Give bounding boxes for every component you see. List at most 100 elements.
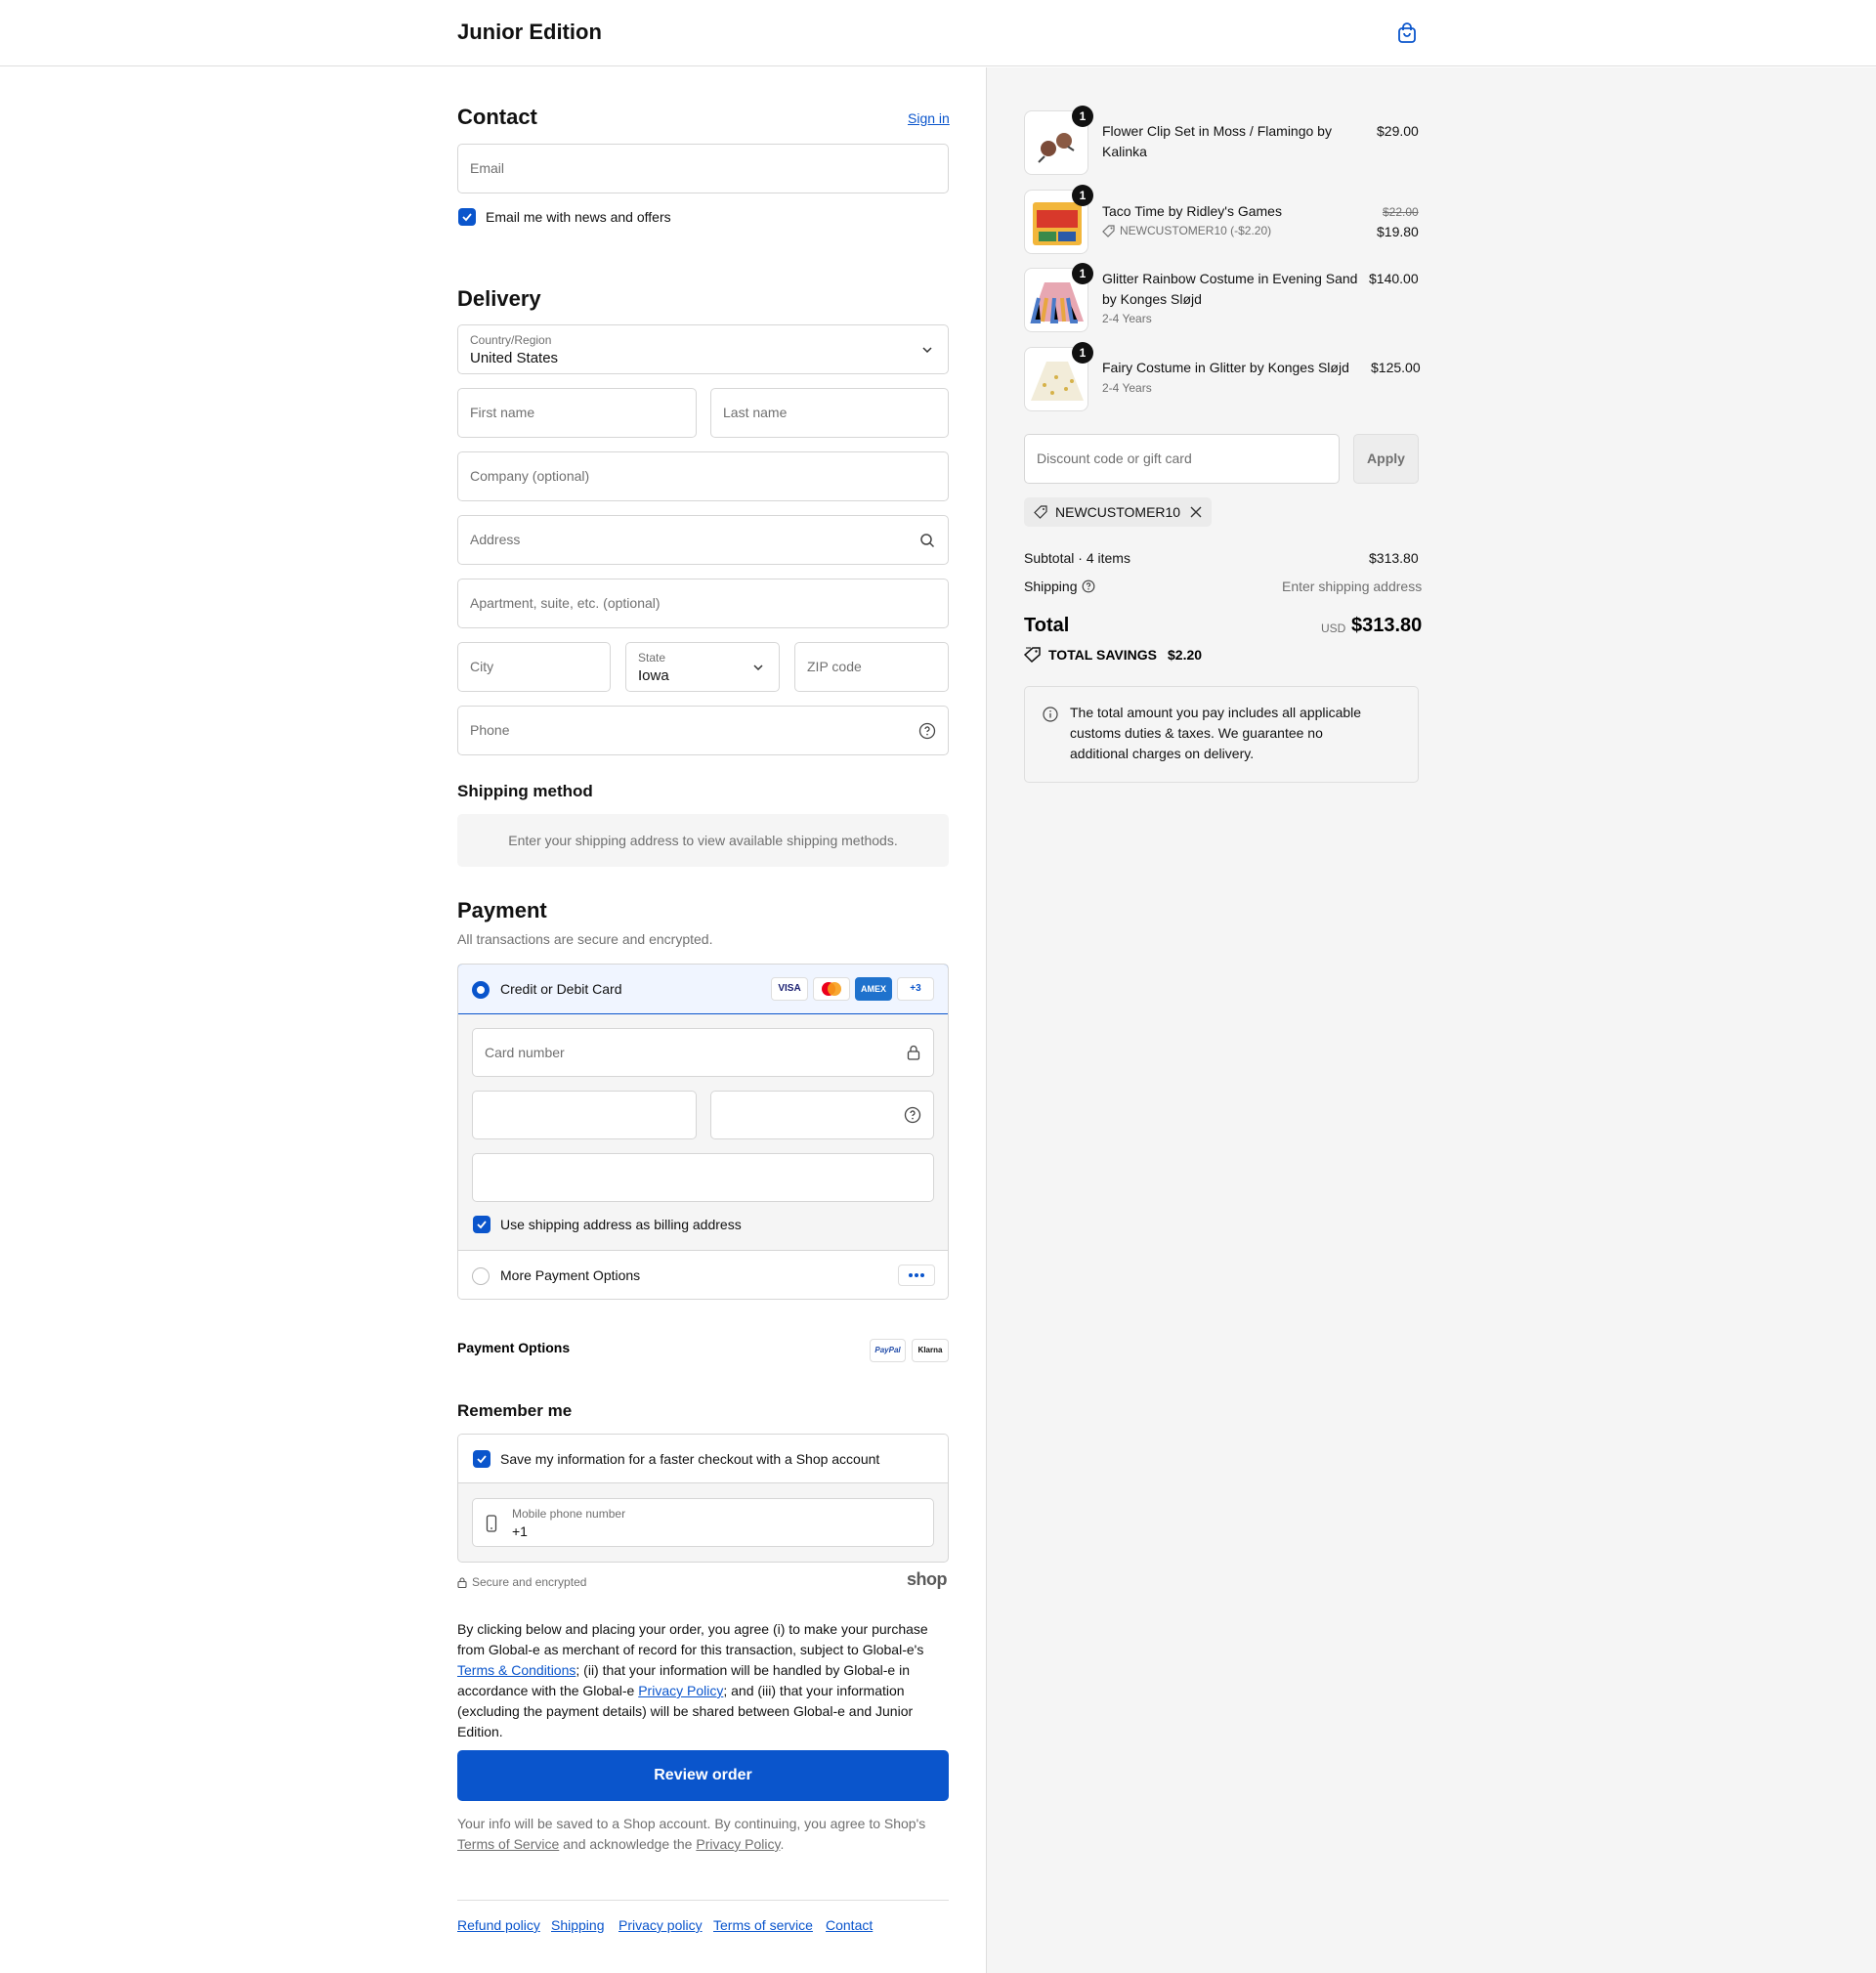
- help-icon[interactable]: [1082, 579, 1095, 593]
- card-option[interactable]: Credit or Debit Card VISA AMEX +3: [458, 965, 948, 1014]
- email-field[interactable]: Email: [457, 144, 949, 193]
- total-value: $313.80: [1351, 615, 1423, 636]
- shopping-bag-icon[interactable]: [1395, 21, 1419, 45]
- more-payment-radio[interactable]: [472, 1267, 490, 1285]
- global-e-terms-link[interactable]: Terms & Conditions: [457, 1662, 576, 1678]
- legal-text-part: By clicking below and placing your order…: [457, 1621, 928, 1657]
- country-select[interactable]: Country/Region United States: [457, 324, 949, 374]
- quantity-badge: 1: [1072, 342, 1093, 364]
- sign-in-link[interactable]: Sign in: [908, 110, 950, 126]
- terms-of-service-link[interactable]: Terms of service: [713, 1917, 813, 1933]
- product-name: Glitter Rainbow Costume in Evening Sand: [1102, 271, 1358, 286]
- savings-tag-icon: [1024, 647, 1041, 663]
- zip-field[interactable]: ZIP code: [794, 642, 949, 692]
- apartment-field[interactable]: Apartment, suite, etc. (optional): [457, 579, 949, 628]
- card-option-label: Credit or Debit Card: [500, 981, 622, 997]
- payment-title: Payment: [457, 898, 547, 922]
- shop-privacy-link[interactable]: Privacy Policy: [696, 1836, 780, 1852]
- quantity-badge: 1: [1072, 185, 1093, 206]
- discount-tag-icon: [1034, 505, 1047, 519]
- company-placeholder: Company (optional): [470, 468, 590, 484]
- product-name: by Konges Sløjd: [1102, 291, 1202, 307]
- product-price: $19.80: [1377, 224, 1419, 239]
- header: Junior Edition: [0, 0, 1876, 66]
- total-currency: USD: [1321, 622, 1346, 635]
- item-discount: NEWCUSTOMER10 (-$2.20): [1120, 224, 1272, 237]
- card-number-field[interactable]: Card number: [472, 1028, 934, 1077]
- state-select[interactable]: State Iowa: [625, 642, 780, 692]
- mobile-phone-label: Mobile phone number: [512, 1507, 626, 1521]
- more-cards-badge: +3: [897, 977, 934, 1001]
- global-e-privacy-link[interactable]: Privacy Policy: [638, 1683, 723, 1698]
- save-info-checkbox[interactable]: [473, 1450, 490, 1468]
- help-icon[interactable]: [904, 1106, 921, 1124]
- discount-placeholder: Discount code or gift card: [1037, 450, 1192, 466]
- first-name-field[interactable]: First name: [457, 388, 697, 438]
- card-radio[interactable]: [472, 981, 490, 999]
- klarna-icon[interactable]: Klarna: [912, 1339, 949, 1362]
- contact-link[interactable]: Contact: [826, 1917, 873, 1933]
- shop-notice-part: and acknowledge the: [559, 1836, 697, 1852]
- company-field[interactable]: Company (optional): [457, 451, 949, 501]
- city-field[interactable]: City: [457, 642, 611, 692]
- secure-text: Secure and encrypted: [472, 1575, 587, 1589]
- paypal-icon[interactable]: PayPal: [870, 1339, 906, 1362]
- subtotal-label: Subtotal · 4 items: [1024, 550, 1130, 566]
- address-placeholder: Address: [470, 532, 521, 547]
- help-icon[interactable]: [918, 722, 936, 740]
- amex-icon: AMEX: [855, 977, 892, 1001]
- footer-divider: [457, 1900, 949, 1901]
- product-name: Kalinka: [1102, 144, 1147, 159]
- city-placeholder: City: [470, 659, 494, 674]
- save-info-row[interactable]: Save my information for a faster checkou…: [458, 1435, 948, 1483]
- quantity-badge: 1: [1072, 263, 1093, 284]
- shipping-link[interactable]: Shipping: [551, 1917, 605, 1933]
- payment-box: Credit or Debit Card VISA AMEX +3 Card n…: [457, 964, 949, 1300]
- mastercard-icon: [813, 977, 850, 1001]
- order-summary-panel: [986, 67, 1876, 1973]
- name-on-card-field[interactable]: [472, 1153, 934, 1202]
- apply-button[interactable]: Apply: [1353, 434, 1419, 484]
- shipping-value: Enter shipping address: [1282, 579, 1423, 594]
- product-variant: 2-4 Years: [1102, 381, 1152, 395]
- quantity-badge: 1: [1072, 106, 1093, 127]
- expiry-field[interactable]: [472, 1091, 697, 1139]
- state-label: State: [638, 651, 666, 665]
- phone-field[interactable]: Phone: [457, 706, 949, 755]
- mobile-phone-field[interactable]: Mobile phone number +1: [472, 1498, 934, 1547]
- shop-notice-part: Your info will be saved to a Shop accoun…: [457, 1816, 926, 1831]
- last-name-placeholder: Last name: [723, 405, 788, 420]
- email-placeholder: Email: [470, 160, 505, 176]
- shop-terms-link[interactable]: Terms of Service: [457, 1836, 559, 1852]
- brand-logo[interactable]: Junior Edition: [457, 20, 602, 45]
- last-name-field[interactable]: Last name: [710, 388, 949, 438]
- remember-title: Remember me: [457, 1401, 573, 1420]
- product-name: Taco Time by Ridley's Games: [1102, 203, 1282, 219]
- save-info-label: Save my information for a faster checkou…: [500, 1451, 880, 1467]
- security-code-field[interactable]: [710, 1091, 934, 1139]
- review-order-button[interactable]: Review order: [457, 1750, 949, 1801]
- more-payment-label: More Payment Options: [500, 1267, 641, 1283]
- mobile-phone-value: +1: [512, 1523, 528, 1539]
- privacy-policy-link[interactable]: Privacy policy: [618, 1917, 703, 1933]
- first-name-placeholder: First name: [470, 405, 535, 420]
- payment-options-title: Payment Options: [457, 1340, 571, 1355]
- lock-icon: [907, 1045, 920, 1060]
- product-price: $140.00: [1369, 271, 1419, 286]
- savings-value: $2.20: [1168, 647, 1203, 663]
- applied-code: NEWCUSTOMER10: [1055, 504, 1181, 520]
- apartment-placeholder: Apartment, suite, etc. (optional): [470, 595, 661, 611]
- close-icon[interactable]: [1190, 506, 1202, 518]
- shop-notice-part: .: [780, 1836, 785, 1852]
- refund-policy-link[interactable]: Refund policy: [457, 1917, 540, 1933]
- billing-checkbox[interactable]: [473, 1216, 490, 1233]
- address-field[interactable]: Address: [457, 515, 949, 565]
- news-checkbox[interactable]: [458, 208, 476, 226]
- lock-icon: [457, 1577, 467, 1588]
- product-variant: 2-4 Years: [1102, 312, 1152, 325]
- more-payment-option[interactable]: More Payment Options: [458, 1250, 948, 1299]
- mobile-phone-icon: [486, 1515, 497, 1532]
- shipping-method-box: Enter your shipping address to view avai…: [457, 814, 949, 867]
- discount-code-field[interactable]: Discount code or gift card: [1024, 434, 1340, 484]
- delivery-title: Delivery: [457, 286, 541, 311]
